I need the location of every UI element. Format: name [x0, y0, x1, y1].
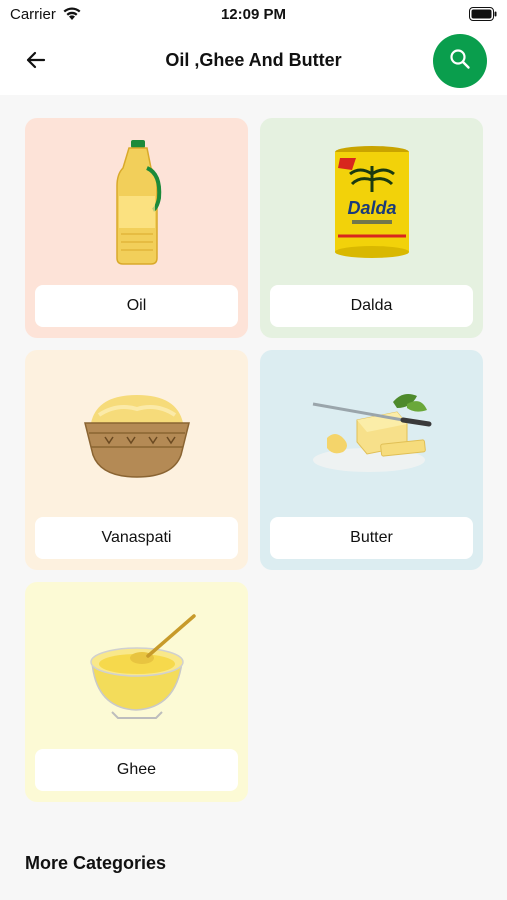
- search-button[interactable]: [433, 34, 487, 88]
- butter-image: [260, 360, 483, 510]
- dalda-tin-image: Dalda: [260, 128, 483, 278]
- category-label-oil: Oil: [35, 285, 238, 327]
- category-card-ghee[interactable]: Ghee: [25, 582, 248, 802]
- svg-text:Dalda: Dalda: [347, 198, 396, 218]
- category-label-vanaspati: Vanaspati: [35, 517, 238, 559]
- category-label-butter: Butter: [270, 517, 473, 559]
- category-label-ghee: Ghee: [35, 749, 238, 791]
- status-bar: Carrier 12:09 PM: [0, 0, 507, 30]
- category-label-dalda: Dalda: [270, 285, 473, 327]
- battery-icon: [469, 7, 497, 26]
- oil-bottle-image: [25, 128, 248, 278]
- category-card-dalda[interactable]: Dalda Dalda: [260, 118, 483, 338]
- app-header: Oil ,Ghee And Butter: [0, 30, 507, 95]
- page-title: Oil ,Ghee And Butter: [165, 50, 342, 70]
- search-icon: [448, 47, 472, 76]
- category-card-butter[interactable]: Butter: [260, 350, 483, 570]
- clock-label: 12:09 PM: [220, 6, 287, 23]
- ghee-bowl-image: [25, 592, 248, 742]
- more-categories-heading: More Categories: [25, 853, 167, 873]
- category-card-oil[interactable]: Oil: [25, 118, 248, 338]
- vanaspati-bowl-image: [25, 360, 248, 510]
- category-card-vanaspati[interactable]: Vanaspati: [25, 350, 248, 570]
